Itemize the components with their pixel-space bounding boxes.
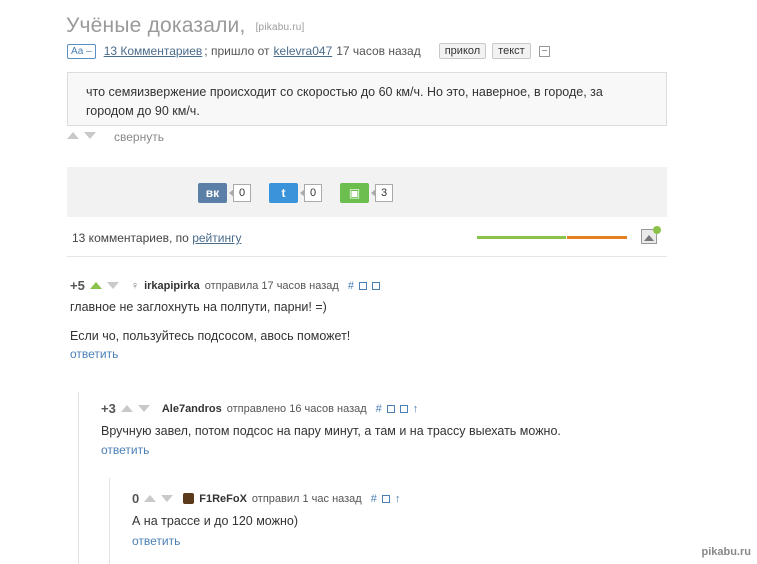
reply-link[interactable]: ответить bbox=[70, 347, 385, 361]
watermark: pikabu.ru bbox=[701, 546, 751, 558]
comment-time: отправлено 16 часов назад bbox=[226, 402, 367, 415]
comments-header: 13 комментариев, по рейтингу bbox=[72, 231, 241, 245]
comment-2: +3 Ale7andros отправлено 16 часов назад … bbox=[101, 401, 561, 457]
twitter-share-count: 0 bbox=[299, 184, 323, 202]
female-icon: ♀ bbox=[130, 279, 140, 292]
post-title-text[interactable]: Учёные доказали, bbox=[66, 14, 246, 37]
font-size-toggle[interactable]: Аа – bbox=[67, 43, 96, 59]
share-twitter: t 0 bbox=[269, 183, 323, 203]
twitter-share-button[interactable]: t bbox=[269, 183, 298, 203]
collapse-icon[interactable] bbox=[358, 281, 367, 290]
arrow-up-icon[interactable]: ↑ bbox=[395, 493, 401, 505]
author-link[interactable]: kelevra047 bbox=[274, 44, 333, 58]
vk-share-count: 0 bbox=[228, 184, 252, 202]
divider bbox=[67, 256, 667, 257]
save-share-button[interactable]: ▣ bbox=[340, 183, 369, 203]
share-vk: вк 0 bbox=[198, 183, 252, 203]
comment-rating: +3 bbox=[101, 401, 116, 416]
save-comment-icon[interactable] bbox=[399, 404, 408, 413]
rating-bar-negative bbox=[567, 236, 627, 239]
comment-username[interactable]: Ale7andros bbox=[162, 403, 222, 415]
comment-time: отправила 17 часов назад bbox=[204, 279, 339, 292]
vote-up-icon[interactable] bbox=[89, 282, 102, 289]
comments-link[interactable]: 13 Комментариев bbox=[104, 44, 203, 58]
post-votes bbox=[67, 132, 96, 139]
comment-username[interactable]: F1ReFoX bbox=[199, 493, 247, 505]
collapse-link[interactable]: свернуть bbox=[114, 130, 164, 144]
save-comment-icon[interactable] bbox=[371, 281, 380, 290]
comment-text: Вручную завел, потом подсос на пару мину… bbox=[101, 424, 561, 438]
comment-text: А на трассе и до 120 можно) bbox=[132, 514, 298, 528]
post-meta: Аа – 13 Комментариев ; пришло от kelevra… bbox=[67, 42, 550, 60]
comment-rating: +5 bbox=[70, 278, 85, 293]
comment-text: главное не заглохнуть на полпути, парни!… bbox=[70, 300, 327, 314]
share-save: ▣ 3 bbox=[340, 183, 394, 203]
save-comment-icon[interactable] bbox=[381, 494, 390, 503]
comment-3: 0 F1ReFoX отправил 1 час назад # ↑ А на … bbox=[132, 491, 405, 548]
vote-up-icon[interactable] bbox=[120, 405, 133, 412]
post-source: [pikabu.ru] bbox=[255, 22, 305, 33]
post-time: 17 часов назад bbox=[336, 44, 421, 58]
permalink-icon[interactable]: # bbox=[371, 493, 377, 505]
share-panel: вк 0 t 0 ▣ 3 bbox=[67, 167, 667, 217]
avatar bbox=[183, 493, 195, 504]
permalink-icon[interactable]: # bbox=[376, 403, 382, 415]
comment-text-2: Если чо, пользуйтесь подсосом, авось пом… bbox=[70, 329, 351, 343]
from-text: ; пришло от bbox=[204, 44, 270, 58]
collapse-icon[interactable] bbox=[386, 404, 395, 413]
sort-by-rating-link[interactable]: рейтингу bbox=[192, 231, 241, 245]
vote-up-icon[interactable] bbox=[144, 495, 157, 502]
comment-username[interactable]: irkapipirka bbox=[144, 280, 200, 292]
comment-rating: 0 bbox=[132, 491, 140, 506]
comment-time: отправил 1 час назад bbox=[251, 492, 362, 505]
comment-1: +5 ♀ irkapipirka отправила 17 часов наза… bbox=[70, 278, 385, 361]
vote-up-icon[interactable] bbox=[67, 132, 79, 139]
vote-down-icon[interactable] bbox=[84, 132, 96, 139]
post-body: что семяизвержение происходит со скорост… bbox=[67, 72, 667, 126]
reply-link[interactable]: ответить bbox=[132, 534, 405, 548]
vote-down-icon[interactable] bbox=[137, 405, 150, 412]
comment-header: 0 F1ReFoX отправил 1 час назад # ↑ bbox=[132, 491, 405, 506]
save-share-count: 3 bbox=[370, 184, 394, 202]
tag-prikol[interactable]: прикол bbox=[438, 43, 487, 59]
permalink-icon[interactable]: # bbox=[348, 280, 354, 292]
thread-line bbox=[109, 478, 110, 564]
image-toggle-icon[interactable] bbox=[641, 226, 661, 244]
comment-header: +3 Ale7andros отправлено 16 часов назад … bbox=[101, 401, 561, 416]
vk-share-button[interactable]: вк bbox=[198, 183, 227, 203]
post-title[interactable]: Учёные доказали, [pikabu.ru] bbox=[66, 14, 304, 38]
rating-bar-positive bbox=[477, 236, 566, 239]
vote-down-icon[interactable] bbox=[106, 282, 119, 289]
comment-header: +5 ♀ irkapipirka отправила 17 часов наза… bbox=[70, 278, 385, 293]
comments-count-text: 13 комментариев, по bbox=[72, 231, 193, 245]
thread-line bbox=[78, 392, 79, 564]
arrow-up-icon[interactable]: ↑ bbox=[413, 403, 419, 415]
vote-down-icon[interactable] bbox=[161, 495, 174, 502]
reply-link[interactable]: ответить bbox=[101, 443, 561, 457]
save-icon[interactable] bbox=[538, 45, 550, 57]
tag-tekst[interactable]: текст bbox=[492, 43, 531, 59]
